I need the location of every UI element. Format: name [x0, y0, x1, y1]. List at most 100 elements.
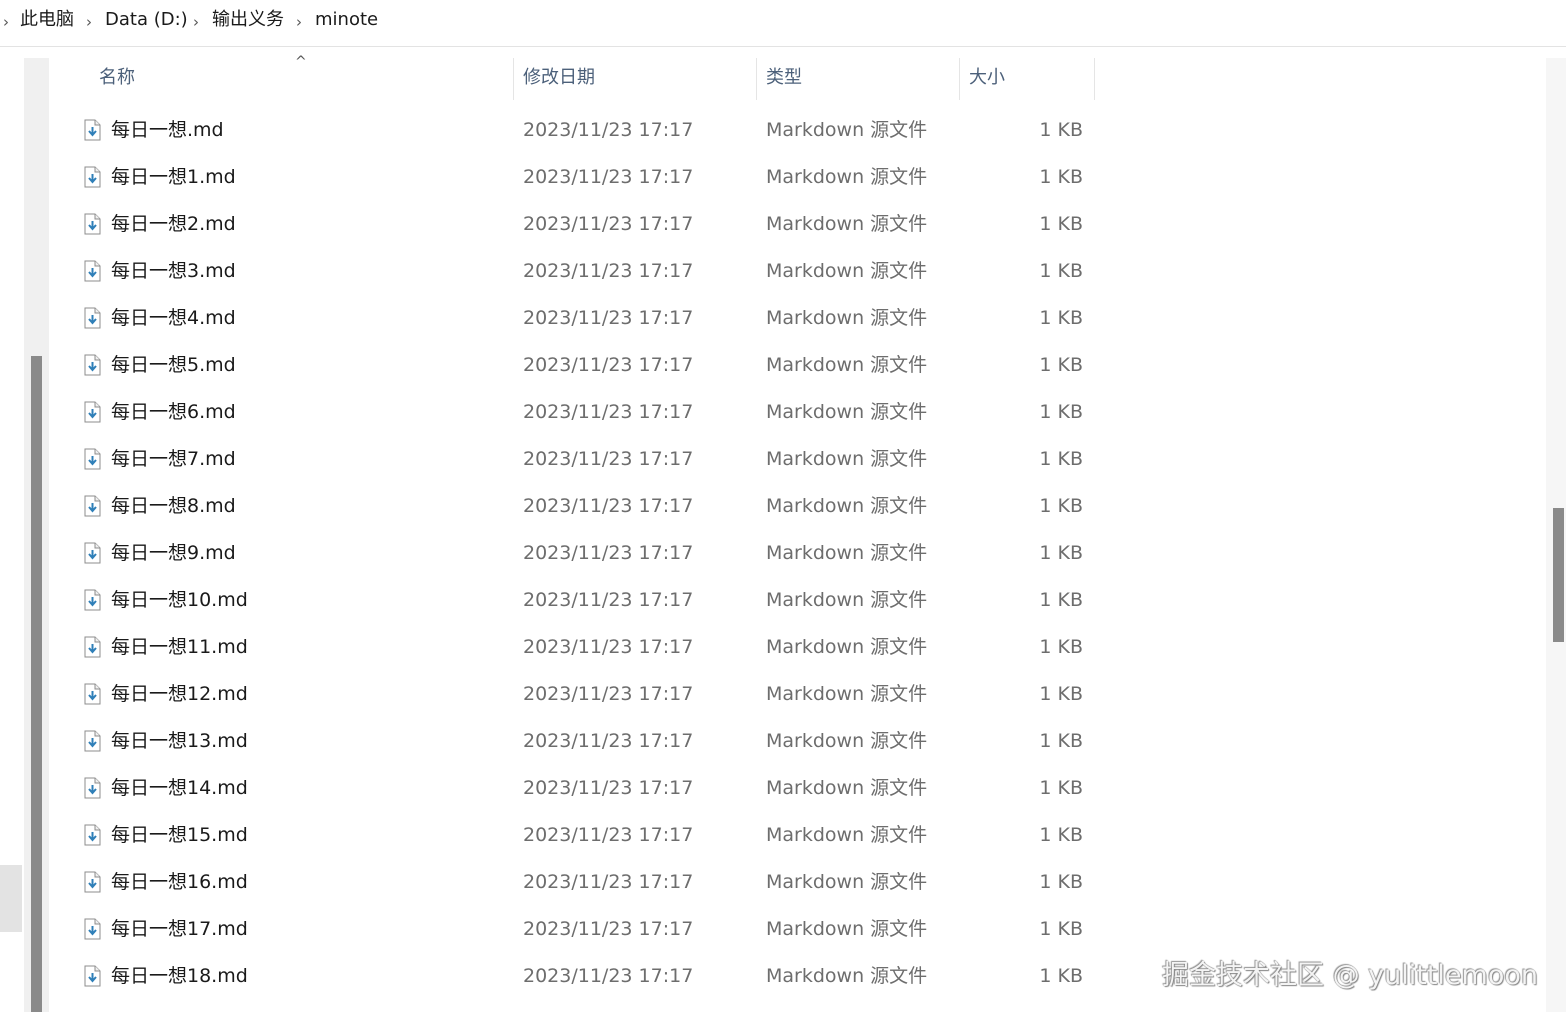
chevron-right-icon[interactable]: ›: [3, 11, 9, 33]
file-size: 1 KB: [1039, 542, 1083, 564]
file-name[interactable]: 每日一想3.md: [111, 258, 236, 284]
file-row[interactable]: 每日一想17.md 2023/11/23 17:17 Markdown 源文件 1 K…: [49, 906, 1546, 953]
navigation-pane[interactable]: [0, 47, 24, 1012]
file-size: 1 KB: [1039, 589, 1083, 611]
file-type: Markdown 源文件: [766, 260, 928, 282]
file-size: 1 KB: [1039, 683, 1083, 705]
file-row[interactable]: 每日一想3.md 2023/11/23 17:17 Markdown 源文件 1 KB: [49, 248, 1546, 295]
file-name[interactable]: 每日一想5.md: [111, 352, 236, 378]
file-size: 1 KB: [1039, 965, 1083, 987]
markdown-file-icon: [84, 354, 101, 376]
file-row[interactable]: 每日一想10.md 2023/11/23 17:17 Markdown 源文件 1 K…: [49, 577, 1546, 624]
file-name[interactable]: 每日一想12.md: [111, 681, 248, 707]
file-row[interactable]: 每日一想2.md 2023/11/23 17:17 Markdown 源文件 1 KB: [49, 201, 1546, 248]
file-name[interactable]: 每日一想8.md: [111, 493, 236, 519]
file-size: 1 KB: [1039, 166, 1083, 188]
file-modified-date: 2023/11/23 17:17: [523, 166, 694, 188]
file-size: 1 KB: [1039, 636, 1083, 658]
chevron-right-icon[interactable]: ›: [86, 11, 92, 33]
file-size: 1 KB: [1039, 777, 1083, 799]
file-name[interactable]: 每日一想11.md: [111, 634, 248, 660]
file-row[interactable]: 每日一想15.md 2023/11/23 17:17 Markdown 源文件 1 K…: [49, 812, 1546, 859]
markdown-file-icon: [84, 542, 101, 564]
file-size: 1 KB: [1039, 448, 1083, 470]
file-name[interactable]: 每日一想15.md: [111, 822, 248, 848]
file-name[interactable]: 每日一想6.md: [111, 399, 236, 425]
column-header-name[interactable]: 名称: [99, 58, 135, 100]
nav-selected-item[interactable]: [0, 865, 22, 932]
file-size: 1 KB: [1039, 213, 1083, 235]
file-modified-date: 2023/11/23 17:17: [523, 777, 694, 799]
column-header-size[interactable]: 大小: [969, 58, 1005, 100]
markdown-file-icon: [84, 777, 101, 799]
file-name[interactable]: 每日一想13.md: [111, 728, 248, 754]
breadcrumb: › 此电脑 › Data (D:) › 输出义务 › minote: [0, 0, 1566, 47]
file-name[interactable]: 每日一想2.md: [111, 211, 236, 237]
file-type: Markdown 源文件: [766, 589, 928, 611]
file-row[interactable]: 每日一想13.md 2023/11/23 17:17 Markdown 源文件 1 K…: [49, 718, 1546, 765]
file-row[interactable]: 每日一想.md 2023/11/23 17:17 Markdown 源文件 1 KB: [49, 107, 1546, 154]
file-row[interactable]: 每日一想6.md 2023/11/23 17:17 Markdown 源文件 1 KB: [49, 389, 1546, 436]
file-row[interactable]: 每日一想11.md 2023/11/23 17:17 Markdown 源文件 1 K…: [49, 624, 1546, 671]
file-type: Markdown 源文件: [766, 495, 928, 517]
nav-scrollbar-thumb[interactable]: [31, 356, 42, 1012]
markdown-file-icon: [84, 683, 101, 705]
breadcrumb-item-data-drive[interactable]: Data (D:): [105, 9, 188, 31]
markdown-file-icon: [84, 824, 101, 846]
breadcrumb-item-output[interactable]: 输出义务: [212, 9, 284, 31]
column-header-type[interactable]: 类型: [766, 58, 802, 100]
file-type: Markdown 源文件: [766, 448, 928, 470]
file-modified-date: 2023/11/23 17:17: [523, 448, 694, 470]
file-row[interactable]: 每日一想9.md 2023/11/23 17:17 Markdown 源文件 1 KB: [49, 530, 1546, 577]
breadcrumb-item-this-pc[interactable]: 此电脑: [20, 9, 74, 31]
file-name[interactable]: 每日一想18.md: [111, 963, 248, 989]
file-modified-date: 2023/11/23 17:17: [523, 730, 694, 752]
file-list-scrollbar-thumb[interactable]: [1553, 508, 1564, 642]
file-size: 1 KB: [1039, 730, 1083, 752]
file-name[interactable]: 每日一想7.md: [111, 446, 236, 472]
chevron-right-icon[interactable]: ›: [193, 11, 199, 33]
file-row[interactable]: 每日一想14.md 2023/11/23 17:17 Markdown 源文件 1 K…: [49, 765, 1546, 812]
file-name[interactable]: 每日一想.md: [111, 117, 224, 143]
column-divider[interactable]: [1094, 58, 1095, 100]
file-size: 1 KB: [1039, 918, 1083, 940]
file-type: Markdown 源文件: [766, 354, 928, 376]
file-name[interactable]: 每日一想17.md: [111, 916, 248, 942]
file-type: Markdown 源文件: [766, 401, 928, 423]
file-name[interactable]: 每日一想4.md: [111, 305, 236, 331]
file-type: Markdown 源文件: [766, 965, 928, 987]
file-modified-date: 2023/11/23 17:17: [523, 824, 694, 846]
markdown-file-icon: [84, 636, 101, 658]
chevron-right-icon[interactable]: ›: [296, 11, 302, 33]
file-modified-date: 2023/11/23 17:17: [523, 401, 694, 423]
markdown-file-icon: [84, 307, 101, 329]
column-divider[interactable]: [513, 58, 514, 100]
file-type: Markdown 源文件: [766, 730, 928, 752]
markdown-file-icon: [84, 918, 101, 940]
file-row[interactable]: 每日一想4.md 2023/11/23 17:17 Markdown 源文件 1 KB: [49, 295, 1546, 342]
markdown-file-icon: [84, 401, 101, 423]
column-divider[interactable]: [756, 58, 757, 100]
file-modified-date: 2023/11/23 17:17: [523, 495, 694, 517]
file-type: Markdown 源文件: [766, 824, 928, 846]
file-size: 1 KB: [1039, 824, 1083, 846]
file-row[interactable]: 每日一想7.md 2023/11/23 17:17 Markdown 源文件 1 KB: [49, 436, 1546, 483]
file-modified-date: 2023/11/23 17:17: [523, 354, 694, 376]
file-modified-date: 2023/11/23 17:17: [523, 918, 694, 940]
file-modified-date: 2023/11/23 17:17: [523, 636, 694, 658]
column-divider[interactable]: [959, 58, 960, 100]
file-name[interactable]: 每日一想10.md: [111, 587, 248, 613]
file-row[interactable]: 每日一想12.md 2023/11/23 17:17 Markdown 源文件 1 K…: [49, 671, 1546, 718]
file-name[interactable]: 每日一想16.md: [111, 869, 248, 895]
file-row[interactable]: 每日一想1.md 2023/11/23 17:17 Markdown 源文件 1 KB: [49, 154, 1546, 201]
file-modified-date: 2023/11/23 17:17: [523, 965, 694, 987]
file-name[interactable]: 每日一想1.md: [111, 164, 236, 190]
file-name[interactable]: 每日一想9.md: [111, 540, 236, 566]
breadcrumb-item-minote[interactable]: minote: [315, 9, 378, 31]
markdown-file-icon: [84, 589, 101, 611]
file-row[interactable]: 每日一想16.md 2023/11/23 17:17 Markdown 源文件 1 K…: [49, 859, 1546, 906]
file-row[interactable]: 每日一想5.md 2023/11/23 17:17 Markdown 源文件 1 KB: [49, 342, 1546, 389]
file-row[interactable]: 每日一想8.md 2023/11/23 17:17 Markdown 源文件 1 KB: [49, 483, 1546, 530]
file-name[interactable]: 每日一想14.md: [111, 775, 248, 801]
column-header-date[interactable]: 修改日期: [523, 58, 595, 100]
